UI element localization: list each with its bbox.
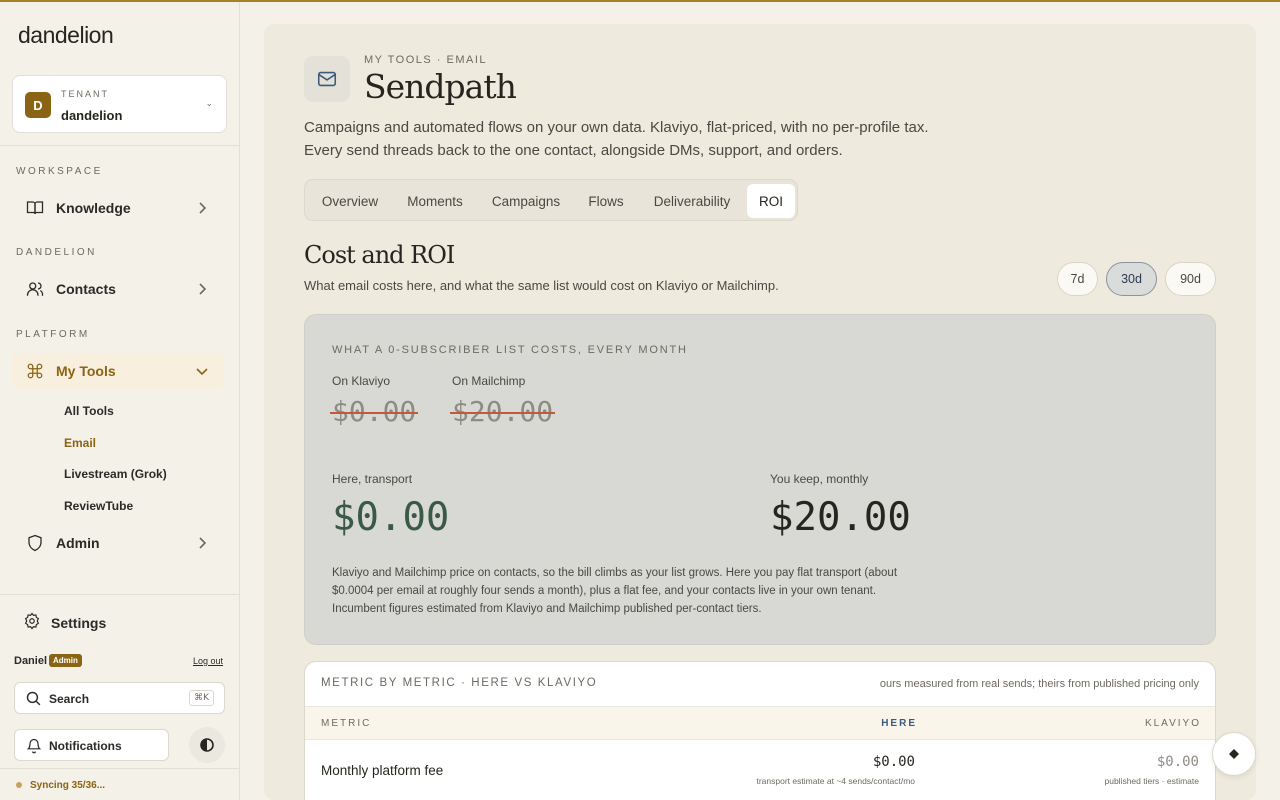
tenant-name: dandelion xyxy=(61,108,123,123)
sub-item-all-tools[interactable]: All Tools xyxy=(64,404,114,418)
sidebar-item-my-tools[interactable]: My Tools xyxy=(12,353,223,389)
cost-note: Klaviyo and Mailchimp price on contacts,… xyxy=(332,567,898,615)
tenant-label: TENANT xyxy=(61,89,109,99)
sub-item-livestream[interactable]: Livestream (Grok) xyxy=(64,467,167,481)
divider xyxy=(0,145,239,146)
divider xyxy=(0,768,239,769)
tab-deliverability[interactable]: Deliverability xyxy=(639,184,745,218)
tab-overview[interactable]: Overview xyxy=(309,184,391,218)
sub-item-reviewtube[interactable]: ReviewTube xyxy=(64,499,133,513)
main-content: MY TOOLS · EMAIL Sendpath Campaigns and … xyxy=(264,24,1256,800)
role-badge: Admin xyxy=(49,654,82,667)
sync-status-dot xyxy=(16,782,22,788)
section-description: What email costs here, and what the same… xyxy=(304,278,779,293)
shield-icon xyxy=(24,532,46,554)
settings-button[interactable]: Settings xyxy=(12,606,223,640)
tab-roi[interactable]: ROI xyxy=(747,184,795,218)
mailchimp-cost-label: On Mailchimp xyxy=(452,374,526,388)
column-header-here: HERE xyxy=(881,718,917,729)
strikethrough xyxy=(330,412,419,414)
sidebar-item-label: Contacts xyxy=(56,281,116,297)
tab-bar: Overview Moments Campaigns Flows Deliver… xyxy=(304,179,798,221)
settings-label: Settings xyxy=(51,615,107,631)
section-label-dandelion: DANDELION xyxy=(16,247,97,258)
metric-klaviyo-note: published tiers · estimate xyxy=(1104,776,1200,786)
assistant-button[interactable] xyxy=(1212,732,1256,776)
search-icon xyxy=(26,691,41,706)
you-keep-value: $20.00 xyxy=(770,495,911,540)
metric-label: Monthly platform fee xyxy=(321,763,444,778)
cost-heading: WHAT A 0-SUBSCRIBER LIST COSTS, EVERY MO… xyxy=(332,344,688,356)
sync-status-text: Syncing 35/36... xyxy=(30,780,106,791)
klaviyo-cost-value: $0.00 xyxy=(330,395,419,428)
sidebar-item-contacts[interactable]: Contacts xyxy=(12,271,223,307)
section-title: Cost and ROI xyxy=(304,241,455,269)
sidebar-item-label: Knowledge xyxy=(56,200,131,216)
chevron-right-icon xyxy=(199,537,207,549)
tenant-switcher[interactable]: D TENANT dandelion ⌄ xyxy=(12,75,227,133)
search-button[interactable]: Search ⌘K xyxy=(14,682,225,714)
metric-klaviyo-value: $0.00 xyxy=(1156,754,1199,770)
chevron-updown-icon: ⌄ xyxy=(205,98,213,108)
metric-table-title: METRIC BY METRIC · HERE VS KLAVIYO xyxy=(321,677,598,689)
metric-here-value: $0.00 xyxy=(872,754,915,770)
chevron-right-icon xyxy=(199,283,207,295)
tab-flows[interactable]: Flows xyxy=(575,184,637,218)
metric-comparison-table: METRIC BY METRIC · HERE VS KLAVIYO ours … xyxy=(304,661,1216,800)
sidebar-item-label: Admin xyxy=(56,535,100,551)
book-icon xyxy=(24,197,46,219)
chevron-right-icon xyxy=(199,202,207,214)
here-transport-label: Here, transport xyxy=(332,472,413,486)
command-icon xyxy=(24,360,46,382)
range-30d-button[interactable]: 30d xyxy=(1106,262,1157,296)
you-keep-label: You keep, monthly xyxy=(770,472,869,486)
klaviyo-cost-label: On Klaviyo xyxy=(332,374,391,388)
sidebar-item-admin[interactable]: Admin xyxy=(12,525,223,561)
here-transport-value: $0.00 xyxy=(332,495,450,540)
column-header-klaviyo: KLAVIYO xyxy=(1144,718,1201,729)
notifications-label: Notifications xyxy=(49,739,122,753)
divider xyxy=(0,594,239,595)
page-description: Campaigns and automated flows on your ow… xyxy=(304,119,929,159)
sidebar-item-label: My Tools xyxy=(56,363,116,379)
users-icon xyxy=(24,278,46,300)
user-name: Daniel xyxy=(14,655,48,667)
notifications-button[interactable]: Notifications xyxy=(14,729,169,761)
sidebar: dandelion D TENANT dandelion ⌄ WORKSPACE… xyxy=(0,2,240,800)
sub-item-email[interactable]: Email xyxy=(64,436,96,450)
metric-table-note: ours measured from real sends; theirs fr… xyxy=(879,678,1199,690)
theme-toggle-button[interactable] xyxy=(189,727,225,763)
tab-moments[interactable]: Moments xyxy=(393,184,477,218)
section-label-platform: PLATFORM xyxy=(16,329,90,340)
tenant-avatar: D xyxy=(25,92,51,118)
cost-comparison-card: WHAT A 0-SUBSCRIBER LIST COSTS, EVERY MO… xyxy=(304,314,1216,645)
column-header-metric: METRIC xyxy=(321,718,372,729)
tab-campaigns[interactable]: Campaigns xyxy=(479,184,573,218)
diamond-icon xyxy=(1229,749,1239,759)
page-title: Sendpath xyxy=(364,67,517,106)
search-label: Search xyxy=(49,692,90,706)
tool-icon-tile xyxy=(304,56,350,102)
metric-here-note: transport estimate at ~4 sends/contact/m… xyxy=(756,776,915,786)
mailchimp-cost-value: $20.00 xyxy=(450,395,556,428)
logout-link[interactable]: Log out xyxy=(193,656,223,666)
section-label-workspace: WORKSPACE xyxy=(16,166,103,177)
strikethrough xyxy=(450,412,556,414)
chevron-down-icon xyxy=(196,368,208,376)
contrast-icon xyxy=(200,738,214,752)
table-header: METRIC HERE KLAVIYO xyxy=(305,706,1215,740)
keyboard-shortcut: ⌘K xyxy=(189,690,214,706)
breadcrumb: MY TOOLS · EMAIL xyxy=(364,54,488,66)
mail-icon xyxy=(317,71,337,87)
app-logo[interactable]: dandelion xyxy=(18,22,114,49)
range-7d-button[interactable]: 7d xyxy=(1057,262,1098,296)
bell-icon xyxy=(26,738,42,754)
gear-icon xyxy=(23,612,41,635)
range-90d-button[interactable]: 90d xyxy=(1165,262,1216,296)
sidebar-item-knowledge[interactable]: Knowledge xyxy=(12,190,223,226)
